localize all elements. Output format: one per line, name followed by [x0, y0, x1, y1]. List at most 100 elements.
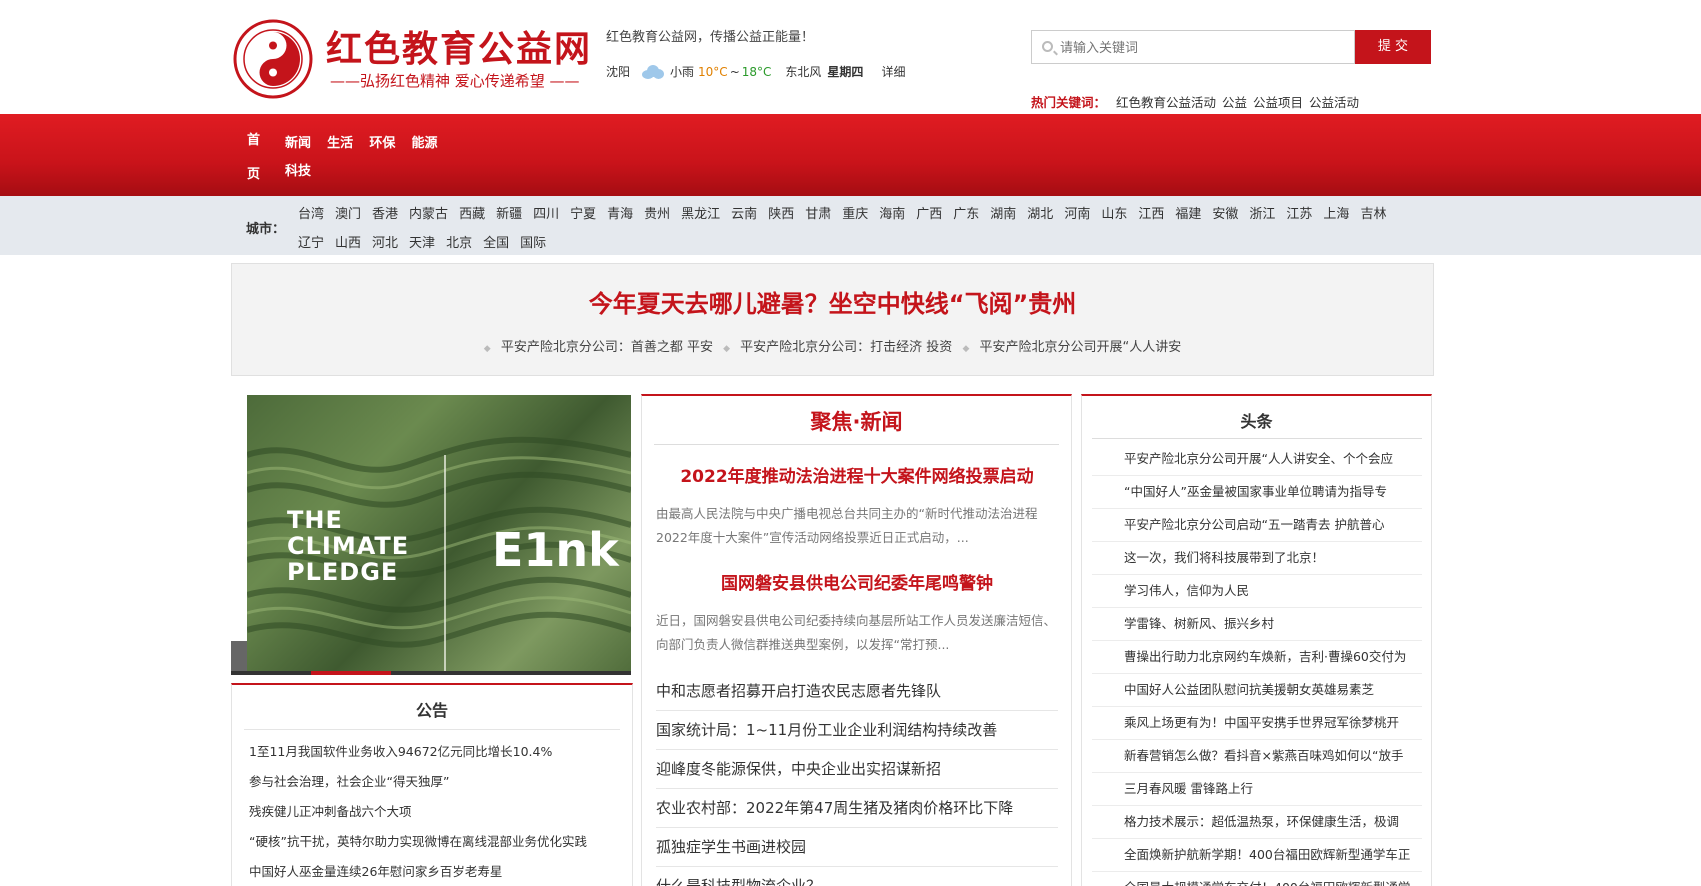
city-link[interactable]: 西藏 — [459, 200, 485, 229]
weather-detail-link[interactable]: 详细 — [881, 63, 905, 80]
featured-news: 国网磐安县供电公司纪委年尾鸣警钟 近日，国网磐安县供电公司纪委持续向基层所站工作… — [656, 571, 1058, 657]
top-story-item[interactable]: 曹操出行助力北京网约车焕新，吉利·曹操60交付为 — [1092, 641, 1422, 674]
city-link[interactable]: 国际 — [520, 229, 546, 258]
news-list-item[interactable]: 迎峰度冬能源保供，中央企业出实招谋新招 — [656, 750, 1058, 789]
city-bar: 城市： 台湾 澳门 香港 内蒙古 西藏 新疆 四川 宁夏 青海 贵州 黑龙江 云南 陕西 甘肃 重庆 海南 广西… — [0, 196, 1701, 255]
city-link[interactable]: 青海 — [607, 200, 633, 229]
nav-item-energy[interactable]: 能源 — [411, 130, 437, 158]
top-story-item[interactable]: 乘风上场更有为！中国平安携手世界冠军徐梦桃开 — [1092, 707, 1422, 740]
divider — [244, 729, 620, 730]
city-link[interactable]: 山西 — [335, 229, 361, 258]
logo-seal-icon — [233, 19, 313, 99]
city-link[interactable]: 甘肃 — [805, 200, 831, 229]
city-link[interactable]: 四川 — [533, 200, 559, 229]
nav-item-environment[interactable]: 环保 — [369, 130, 395, 158]
city-link[interactable]: 湖北 — [1027, 200, 1053, 229]
top-story-item[interactable]: 这一次，我们将科技展带到了北京！ — [1092, 542, 1422, 575]
notice-title: 公告 — [415, 701, 448, 720]
city-link[interactable]: 陕西 — [768, 200, 794, 229]
city-link[interactable]: 天津 — [409, 229, 435, 258]
city-link[interactable]: 广东 — [953, 200, 979, 229]
city-link[interactable]: 台湾 — [298, 200, 324, 229]
temp-low: 10°C — [698, 64, 728, 79]
slider-prev-arrow[interactable] — [231, 641, 247, 671]
city-link[interactable]: 江西 — [1138, 200, 1164, 229]
featured-news-desc: 近日，国网磐安县供电公司纪委持续向基层所站工作人员发送廉洁短信、向部门负责人微信… — [656, 613, 1057, 652]
search-form: 提 交 — [1031, 30, 1431, 65]
top-story-item[interactable]: 全国最大规模通学车交付！400台福田欧辉新型通学 — [1092, 872, 1422, 886]
top-stories-panel: 头条 平安产险北京分公司开展“人人讲安全、个个会应 “中国好人”巫金量被国家事业单… — [1081, 394, 1432, 886]
hot-keywords-label: 热门关键词： — [1031, 95, 1107, 110]
city-link[interactable]: 山东 — [1101, 200, 1127, 229]
featured-news-title[interactable]: 国网磐安县供电公司纪委年尾鸣警钟 — [656, 571, 1058, 597]
image-slider[interactable]: THE CLIMATE PLEDGE E1nk — [247, 395, 631, 671]
notice-item[interactable]: 参与社会治理，社会企业“得天独厚” — [249, 767, 624, 797]
top-story-item[interactable]: 平安产险北京分公司开展“人人讲安全、个个会应 — [1092, 443, 1422, 476]
city-list: 台湾 澳门 香港 内蒙古 西藏 新疆 四川 宁夏 青海 贵州 黑龙江 云南 陕西 甘肃 重庆 海南 广西 广东 湖南… — [298, 200, 1398, 258]
top-story-item[interactable]: 新春营销怎么做？看抖音×紫燕百味鸡如何以“放手 — [1092, 740, 1422, 773]
city-link[interactable]: 贵州 — [644, 200, 670, 229]
city-link[interactable]: 广西 — [916, 200, 942, 229]
city-link[interactable]: 香港 — [372, 200, 398, 229]
notice-item[interactable]: 中国好人巫金量连续26年慰问家乡百岁老寿星 — [249, 857, 624, 886]
city-link[interactable]: 河北 — [372, 229, 398, 258]
city-link[interactable]: 云南 — [731, 200, 757, 229]
city-link[interactable]: 安徽 — [1212, 200, 1238, 229]
city-link[interactable]: 澳门 — [335, 200, 361, 229]
top-story-item[interactable]: 学雷锋、树新风、振兴乡村 — [1092, 608, 1422, 641]
city-link[interactable]: 浙江 — [1249, 200, 1275, 229]
news-list-item[interactable]: 孤独症学生书画进校园 — [656, 828, 1058, 867]
city-link[interactable]: 福建 — [1175, 200, 1201, 229]
nav-item-technology[interactable]: 科技 — [285, 158, 311, 186]
headline-link[interactable]: 平安产险北京分公司：打击经济 投资 — [740, 340, 952, 355]
nav-item-home[interactable]: 首页 — [247, 124, 265, 192]
notice-item[interactable]: 残疾健儿正冲刺备战六个大项 — [249, 797, 624, 827]
news-list-item[interactable]: 什么是科技型物流企业？ — [656, 867, 1058, 886]
city-link[interactable]: 内蒙古 — [409, 200, 448, 229]
hot-keyword-link[interactable]: 公益活动 — [1309, 95, 1359, 110]
top-story-item[interactable]: 三月春风暖 雷锋路上行 — [1092, 773, 1422, 806]
notice-panel: 公告 1至11月我国软件业务收入94672亿元同比增长10.4% 参与社会治理，社… — [231, 683, 633, 886]
notice-item[interactable]: 1至11月我国软件业务收入94672亿元同比增长10.4% — [249, 737, 624, 767]
city-link[interactable]: 北京 — [446, 229, 472, 258]
city-link[interactable]: 辽宁 — [298, 229, 324, 258]
top-story-item[interactable]: 中国好人公益团队慰问抗美援朝女英雄易素芝 — [1092, 674, 1422, 707]
page: 红色教育公益网 ——弘扬红色精神 爱心传递希望 —— 红色教育公益网，传播公益正… — [0, 0, 1701, 886]
headline-title[interactable]: 今年夏天去哪儿避暑？坐空中快线“飞阅”贵州 — [232, 284, 1433, 319]
search-submit-button[interactable]: 提 交 — [1355, 30, 1431, 64]
city-link[interactable]: 宁夏 — [570, 200, 596, 229]
news-list-item[interactable]: 国家统计局：1~11月份工业企业利润结构持续改善 — [656, 711, 1058, 750]
news-list-item[interactable]: 农业农村部：2022年第47周生猪及猪肉价格环比下降 — [656, 789, 1058, 828]
top-story-item[interactable]: “中国好人”巫金量被国家事业单位聘请为指导专 — [1092, 476, 1422, 509]
hot-keyword-link[interactable]: 红色教育公益活动 — [1116, 95, 1216, 110]
city-link[interactable]: 全国 — [483, 229, 509, 258]
city-link[interactable]: 海南 — [879, 200, 905, 229]
headline-link[interactable]: 平安产险北京分公司开展“人人讲安 — [980, 340, 1182, 355]
weather-city: 沈阳 — [606, 65, 631, 79]
city-link[interactable]: 河南 — [1064, 200, 1090, 229]
hot-keyword-link[interactable]: 公益 — [1222, 95, 1247, 110]
nav-item-news[interactable]: 新闻 — [285, 130, 311, 158]
city-link[interactable]: 江苏 — [1286, 200, 1312, 229]
city-link[interactable]: 重庆 — [842, 200, 868, 229]
top-story-item[interactable]: 平安产险北京分公司启动“五一踏青去 护航普心 — [1092, 509, 1422, 542]
notice-list: 1至11月我国软件业务收入94672亿元同比增长10.4% 参与社会治理，社会企业… — [249, 737, 624, 886]
nav-item-life[interactable]: 生活 — [327, 130, 353, 158]
top-stories-title: 头条 — [1240, 412, 1273, 431]
site-logo[interactable]: 红色教育公益网 ——弘扬红色精神 爱心传递希望 —— — [232, 16, 590, 100]
top-story-item[interactable]: 学习伟人，信仰为人民 — [1092, 575, 1422, 608]
hot-keyword-link[interactable]: 公益项目 — [1253, 95, 1303, 110]
top-story-item[interactable]: 全面焕新护航新学期！400台福田欧辉新型通学车正 — [1092, 839, 1422, 872]
news-list-item[interactable]: 中和志愿者招募开启打造农民志愿者先锋队 — [656, 672, 1058, 711]
featured-news-title[interactable]: 2022年度推动法治进程十大案件网络投票启动 — [656, 464, 1058, 490]
top-story-item[interactable]: 格力技术展示：超低温热泵，环保健康生活，极调 — [1092, 806, 1422, 839]
search-input[interactable] — [1058, 31, 1352, 65]
city-link[interactable]: 上海 — [1323, 200, 1349, 229]
city-link[interactable]: 新疆 — [496, 200, 522, 229]
slider-active-indicator[interactable] — [311, 671, 391, 675]
headline-link[interactable]: 平安产险北京分公司：首善之都 平安 — [501, 340, 713, 355]
notice-item[interactable]: “硬核”抗干扰，英特尔助力实现微博在离线混部业务优化实践 — [249, 827, 624, 857]
city-link[interactable]: 黑龙江 — [681, 200, 720, 229]
city-link[interactable]: 湖南 — [990, 200, 1016, 229]
city-link[interactable]: 吉林 — [1360, 200, 1386, 229]
